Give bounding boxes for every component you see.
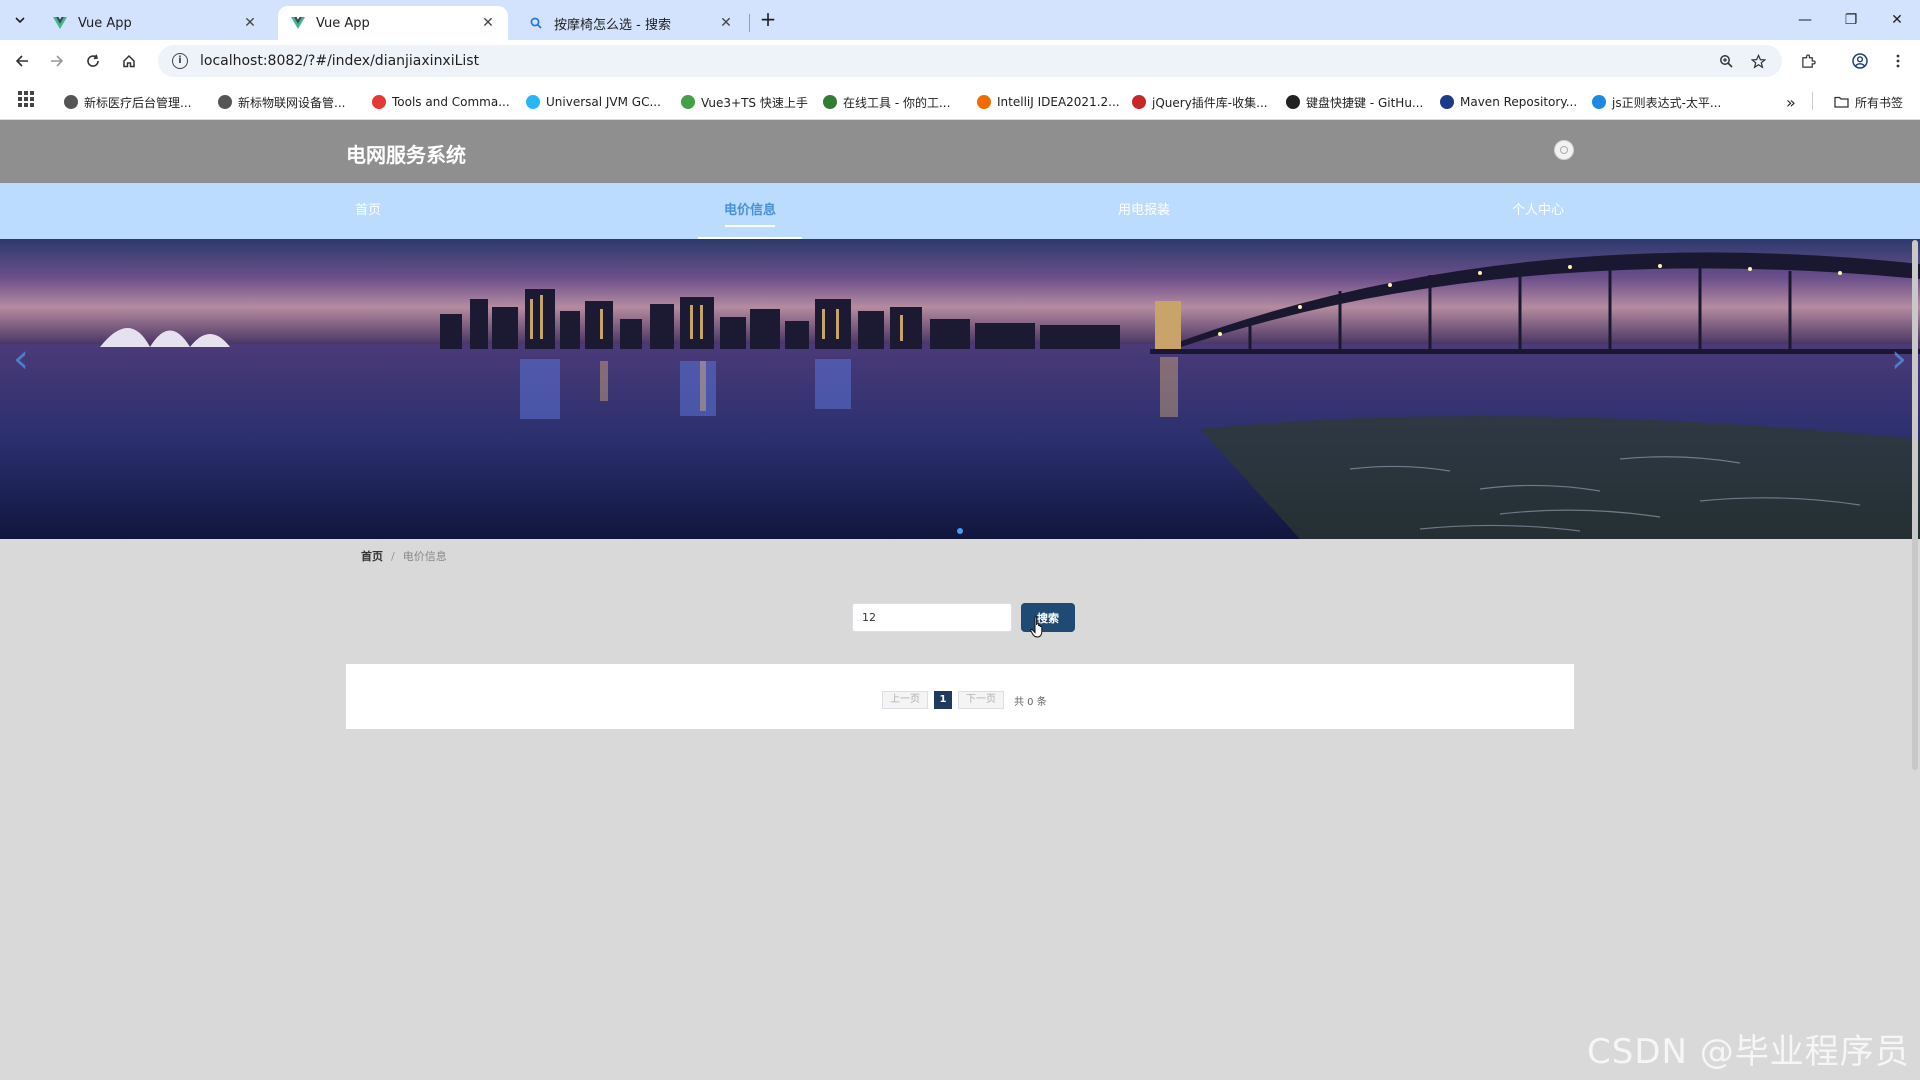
globe-icon (218, 95, 232, 109)
bookmark-item[interactable]: 键盘快捷键 - GitHu... (1286, 92, 1423, 112)
folder-icon (1834, 96, 1849, 108)
more-bookmarks-button[interactable]: » (1786, 92, 1796, 112)
browser-tab-2[interactable]: Vue App ✕ (278, 6, 508, 40)
tool-icon (823, 95, 837, 109)
site-title: 电网服务系统 (346, 143, 466, 167)
back-button[interactable] (10, 49, 34, 73)
puzzle-icon (1801, 53, 1816, 68)
close-tab-icon[interactable]: ✕ (480, 15, 496, 31)
profile-button[interactable] (1848, 49, 1872, 73)
site-info-icon[interactable]: i (172, 53, 188, 69)
nav-item-price-info[interactable]: 电价信息 (690, 183, 810, 239)
close-window-button[interactable]: ✕ (1882, 8, 1912, 32)
minimize-button[interactable]: — (1790, 8, 1820, 32)
home-icon (123, 54, 135, 68)
bookmark-item[interactable]: jQuery插件库-收集... (1132, 92, 1268, 112)
globe-icon (64, 95, 78, 109)
browser-toolbar: i localhost:8082/?#/index/dianjiaxinxiLi… (0, 40, 1920, 82)
bookmarks-bar: 新标医疗后台管理... 新标物联网设备管... Tools and Comma.… (0, 82, 1920, 120)
browser-tab-strip: Vue App ✕ Vue App ✕ 按摩椅怎么选 - 搜索 ✕ + — ❐ … (0, 0, 1920, 40)
intellij-icon (977, 95, 991, 109)
breadcrumb-home[interactable]: 首页 (361, 548, 383, 564)
browser-tab-1[interactable]: Vue App ✕ (40, 6, 270, 40)
close-tab-icon[interactable]: ✕ (242, 15, 258, 31)
prev-page-button[interactable]: 上一页 (882, 691, 928, 709)
bookmark-item[interactable]: Vue3+TS 快速上手 (681, 92, 808, 112)
breadcrumb-current: 电价信息 (402, 550, 447, 563)
profile-icon (1852, 53, 1868, 69)
carousel-next-arrow[interactable]: › (1884, 334, 1914, 384)
github-icon (1286, 95, 1300, 109)
reload-button[interactable] (81, 49, 105, 73)
browser-menu-button[interactable] (1886, 49, 1910, 73)
gc-icon (526, 95, 540, 109)
bookmark-item[interactable]: IntelliJ IDEA2021.2... (977, 92, 1120, 112)
zoom-button[interactable] (1714, 49, 1738, 73)
banner-image (0, 239, 1920, 539)
zoom-icon (1720, 55, 1733, 68)
chevron-down-icon (15, 17, 25, 23)
restore-button[interactable]: ❐ (1836, 8, 1866, 32)
jquery-icon (1132, 95, 1146, 109)
bookmark-item[interactable]: 新标医疗后台管理... (64, 92, 191, 112)
bookmark-item[interactable]: Maven Repository... (1440, 92, 1577, 112)
watermark: CSDN @毕业程序员 (1587, 1032, 1910, 1072)
vue-logo-icon (290, 15, 306, 31)
tab-title: Vue App (78, 15, 132, 31)
new-tab-button[interactable]: + (756, 8, 780, 32)
bookmark-item[interactable]: 在线工具 - 你的工... (823, 92, 950, 112)
nav-item-power-application[interactable]: 用电报装 (1084, 183, 1204, 239)
user-avatar-icon[interactable] (1554, 140, 1574, 160)
pagination: 上一页 1 下一页 共 0 条 (882, 691, 1047, 709)
tab-separator (749, 14, 750, 32)
next-page-button[interactable]: 下一页 (958, 691, 1004, 709)
site-header: 电网服务系统 (0, 120, 1920, 183)
tab-search-button[interactable] (8, 9, 32, 31)
close-tab-icon[interactable]: ✕ (718, 15, 734, 31)
arrow-right-icon (51, 55, 64, 67)
vue-icon (681, 95, 695, 109)
tab-title: 按摩椅怎么选 - 搜索 (554, 17, 671, 33)
nav-item-home[interactable]: 首页 (308, 183, 428, 239)
hand-cursor-icon (1030, 616, 1043, 638)
bookmark-item[interactable]: js正则表达式-太平... (1592, 92, 1721, 112)
carousel-indicator-dot[interactable] (957, 528, 963, 534)
star-icon (1750, 53, 1766, 69)
address-bar[interactable]: i localhost:8082/?#/index/dianjiaxinxiLi… (158, 45, 1782, 77)
reload-icon (87, 54, 99, 67)
breadcrumb: 首页 / 电价信息 (361, 548, 447, 564)
url-text[interactable]: localhost:8082/?#/index/dianjiaxinxiList (200, 53, 479, 69)
home-button[interactable] (117, 49, 141, 73)
bookmark-item[interactable]: Universal JVM GC... (526, 92, 661, 112)
active-indicator (725, 225, 775, 227)
banner-carousel[interactable]: ‹ › (0, 239, 1920, 539)
browser-tab-3[interactable]: 按摩椅怎么选 - 搜索 ✕ (516, 6, 746, 40)
regex-icon (1592, 95, 1606, 109)
bookmark-item[interactable]: 新标物联网设备管... (218, 92, 345, 112)
forward-button[interactable] (45, 49, 69, 73)
nav-item-personal-center[interactable]: 个人中心 (1478, 183, 1598, 239)
search-icon (528, 15, 544, 31)
search-input[interactable] (852, 603, 1012, 632)
page-scrollbar[interactable] (1912, 240, 1918, 770)
all-bookmarks-button[interactable]: 所有书签 (1834, 92, 1903, 112)
tab-title: Vue App (316, 15, 370, 31)
page-number-current[interactable]: 1 (934, 691, 952, 709)
breadcrumb-separator: / (391, 549, 395, 563)
bookmark-separator (1812, 92, 1813, 110)
site-nav: 首页 电价信息 用电报装 个人中心 (0, 183, 1920, 239)
maven-icon (1440, 95, 1454, 109)
total-count: 共 0 条 (1014, 696, 1047, 708)
more-vertical-icon (1896, 54, 1900, 68)
tools-icon (372, 95, 386, 109)
result-list-panel: 上一页 1 下一页 共 0 条 (346, 664, 1574, 729)
vue-logo-icon (52, 15, 68, 31)
bookmark-item[interactable]: Tools and Comma... (372, 92, 510, 112)
arrow-left-icon (15, 55, 28, 67)
apps-grid-icon[interactable] (18, 91, 34, 107)
bookmark-star-button[interactable] (1746, 49, 1770, 73)
carousel-prev-arrow[interactable]: ‹ (6, 334, 36, 384)
extensions-button[interactable] (1796, 49, 1820, 73)
